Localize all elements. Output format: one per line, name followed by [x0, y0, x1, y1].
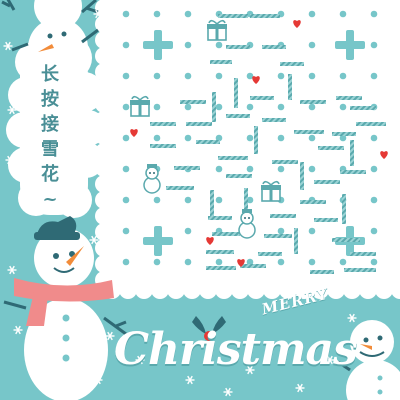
snowflake-icon: [7, 265, 17, 275]
snowflake-icon: [5, 155, 15, 165]
left-snowman: [3, 216, 127, 400]
christmas-title: Christmas: [114, 324, 358, 375]
hint-text: 长 按 接 雪 花 ~: [30, 62, 70, 212]
snowflake-icon: [89, 235, 99, 245]
hint-char: 雪: [41, 139, 59, 160]
snowflake-icon: [13, 325, 23, 335]
hint-char: 花: [41, 164, 59, 185]
hint-char: 长: [41, 64, 59, 85]
hint-char: 按: [41, 89, 59, 110]
snowflake-icon: [347, 313, 357, 323]
hint-char: 接: [41, 114, 59, 135]
hint-char: ~: [42, 189, 58, 210]
snowflake-icon: [3, 41, 13, 51]
snowflake-icon: [7, 105, 17, 115]
game-stage[interactable]: 长 按 接 雪 花 ~ MERRY Christmas: [0, 0, 400, 400]
